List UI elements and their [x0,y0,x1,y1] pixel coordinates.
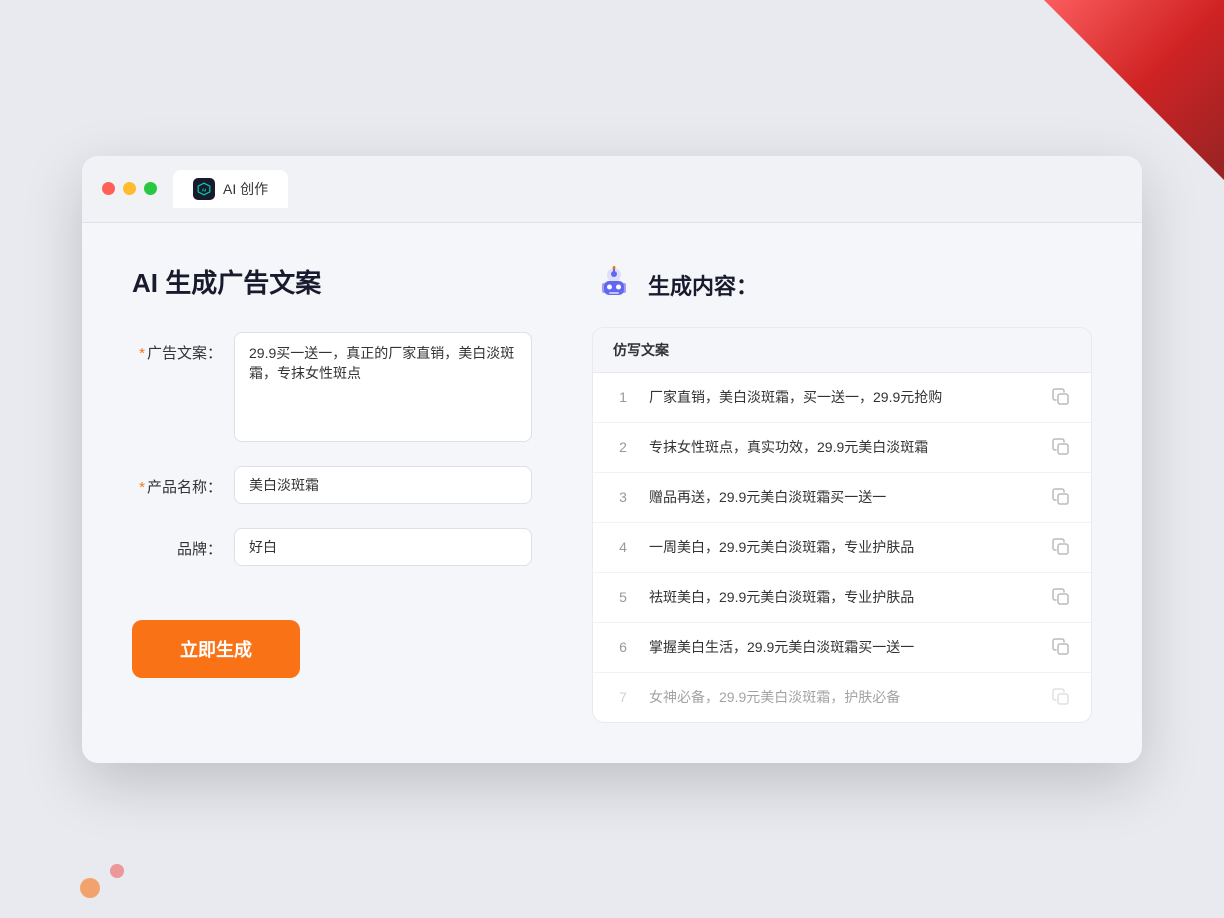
copy-icon[interactable] [1051,587,1071,607]
ad-copy-required: * [139,345,145,362]
ad-copy-label: *广告文案： [132,332,222,363]
result-text: 专抹女性斑点，真实功效，29.9元美白淡斑霜 [649,437,1035,458]
minimize-button[interactable] [123,182,136,195]
copy-icon[interactable] [1051,637,1071,657]
bg-decoration-top-right [1044,0,1224,180]
table-row: 3 赠品再送，29.9元美白淡斑霜买一送一 [593,473,1091,523]
ai-icon: AI [193,178,215,200]
table-row: 5 祛斑美白，29.9元美白淡斑霜，专业护肤品 [593,573,1091,623]
product-name-required: * [139,479,145,496]
brand-group: 品牌： [132,528,532,566]
result-text: 一周美白，29.9元美白淡斑霜，专业护肤品 [649,537,1035,558]
svg-text:AI: AI [202,187,207,192]
result-number: 6 [613,639,633,655]
page-title: AI 生成广告文案 [132,263,532,300]
close-button[interactable] [102,182,115,195]
table-row: 6 掌握美白生活，29.9元美白淡斑霜买一送一 [593,623,1091,673]
result-number: 1 [613,389,633,405]
copy-icon[interactable] [1051,437,1071,457]
results-table: 仿写文案 1 厂家直销，美白淡斑霜，买一送一，29.9元抢购 2 专抹女性斑点，… [592,327,1092,723]
copy-icon[interactable] [1051,387,1071,407]
right-panel: 生成内容： 仿写文案 1 厂家直销，美白淡斑霜，买一送一，29.9元抢购 2 专… [592,263,1092,723]
brand-input[interactable] [234,528,532,566]
result-text: 赠品再送，29.9元美白淡斑霜买一送一 [649,487,1035,508]
maximize-button[interactable] [144,182,157,195]
product-name-input[interactable] [234,466,532,504]
copy-icon[interactable] [1051,537,1071,557]
bg-decoration-dot-1 [80,878,100,898]
result-number: 3 [613,489,633,505]
product-name-group: *产品名称： [132,466,532,504]
ad-copy-input[interactable] [234,332,532,442]
right-title: 生成内容： [648,269,758,301]
result-text: 厂家直销，美白淡斑霜，买一送一，29.9元抢购 [649,387,1035,408]
table-row: 1 厂家直销，美白淡斑霜，买一送一，29.9元抢购 [593,373,1091,423]
ad-copy-group: *广告文案： [132,332,532,442]
traffic-lights [102,182,157,195]
product-name-label: *产品名称： [132,466,222,497]
left-panel: AI 生成广告文案 *广告文案： *产品名称： 品牌： 立即生成 [132,263,532,678]
copy-icon[interactable] [1051,487,1071,507]
result-number: 5 [613,589,633,605]
table-row: 2 专抹女性斑点，真实功效，29.9元美白淡斑霜 [593,423,1091,473]
generate-button[interactable]: 立即生成 [132,620,300,678]
right-header: 生成内容： [592,263,1092,307]
brand-label: 品牌： [132,528,222,559]
browser-tab[interactable]: AI AI 创作 [173,170,288,208]
result-number: 4 [613,539,633,555]
result-number: 7 [613,689,633,705]
table-row: 4 一周美白，29.9元美白淡斑霜，专业护肤品 [593,523,1091,573]
main-content: AI 生成广告文案 *广告文案： *产品名称： 品牌： 立即生成 [82,223,1142,763]
copy-icon[interactable] [1051,687,1071,707]
browser-window: AI AI 创作 AI 生成广告文案 *广告文案： *产品名称： [82,156,1142,763]
result-text: 女神必备，29.9元美白淡斑霜，护肤必备 [649,687,1035,708]
result-text: 掌握美白生活，29.9元美白淡斑霜买一送一 [649,637,1035,658]
results-list: 1 厂家直销，美白淡斑霜，买一送一，29.9元抢购 2 专抹女性斑点，真实功效，… [593,373,1091,722]
results-header: 仿写文案 [593,328,1091,373]
title-bar: AI AI 创作 [82,156,1142,223]
result-number: 2 [613,439,633,455]
table-row: 7 女神必备，29.9元美白淡斑霜，护肤必备 [593,673,1091,722]
robot-icon [592,263,636,307]
bg-decoration-dot-2 [110,864,124,878]
tab-label: AI 创作 [223,179,268,199]
result-text: 祛斑美白，29.9元美白淡斑霜，专业护肤品 [649,587,1035,608]
